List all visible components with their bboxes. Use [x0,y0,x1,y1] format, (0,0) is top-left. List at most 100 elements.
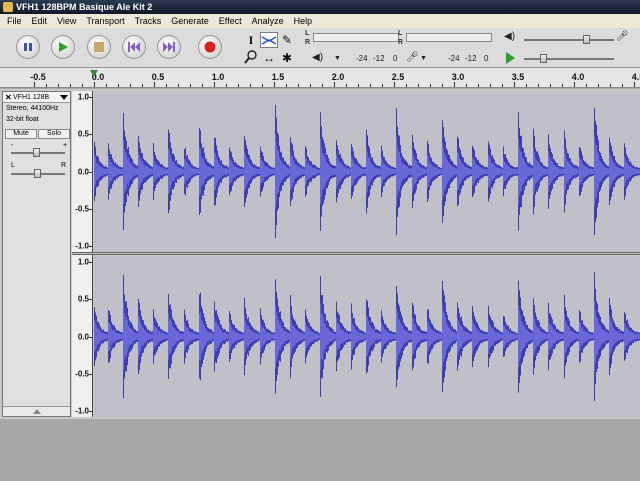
amplitude-label: -0.5 [75,369,89,379]
timeline-ruler[interactable]: -0.50.00.51.01.52.02.53.03.54.04.5 [0,68,640,88]
ruler-label: 0.5 [151,72,165,82]
amplitude-label: 1.0 [77,257,89,267]
skip-to-start-icon [128,42,140,52]
amplitude-label: 0.5 [77,294,89,304]
microphone-icon[interactable]: 🎤︎ [406,52,419,64]
window-title: VFH1 128BPM Basique Ale Kit 2 [16,2,153,12]
waveform-svg [94,104,640,239]
ruler-minor-tick [238,84,239,87]
playhead-marker-icon[interactable] [90,70,98,77]
ruler-minor-tick [430,84,431,87]
ruler-minor-tick [370,84,371,87]
waveform-channel-right[interactable] [94,256,640,417]
close-track-icon[interactable]: ✕ [5,92,12,103]
menu-file[interactable]: File [2,14,27,28]
amplitude-label: -1.0 [75,406,89,416]
track-name[interactable]: VFH1 128B [13,92,49,103]
menu-bar: File Edit View Transport Tracks Generate… [0,14,640,28]
gain-max-label: + [63,142,68,149]
mute-button[interactable]: Mute [5,129,37,139]
gain-thumb[interactable] [33,148,40,157]
ruler-minor-tick [142,84,143,87]
amplitude-label: 0.0 [77,167,89,176]
ruler-minor-tick [586,84,587,87]
menu-effect[interactable]: Effect [214,14,247,28]
skip-to-end-button[interactable] [157,35,181,59]
play-button[interactable] [51,35,75,59]
ruler-label: 2.5 [391,72,405,82]
app-icon [3,2,13,12]
ruler-minor-tick [538,84,539,87]
pause-button[interactable] [16,35,40,59]
audacity-window: VFH1 128BPM Basique Ale Kit 2 File Edit … [0,0,640,481]
ruler-minor-tick [346,84,347,87]
envelope-tool[interactable] [260,32,278,48]
ruler-minor-tick [106,84,107,87]
tools-toolbar: I ✎ ↔ ✱ [242,30,298,66]
ruler-minor-tick [394,84,395,87]
amplitude-tick [89,411,92,412]
menu-transport[interactable]: Transport [81,14,129,28]
waveform-svg [94,272,640,401]
record-button[interactable] [198,35,222,59]
menu-edit[interactable]: Edit [27,14,53,28]
ruler-minor-tick [250,84,251,87]
ruler-minor-tick [550,84,551,87]
skip-to-end-icon [163,42,175,52]
draw-tool[interactable]: ✎ [278,32,296,48]
ruler-minor-tick [274,84,275,87]
menu-tracks[interactable]: Tracks [130,14,167,28]
play-scale-a: -24 [356,54,368,63]
menu-generate[interactable]: Generate [166,14,214,28]
title-bar: VFH1 128BPM Basique Ale Kit 2 [0,0,640,14]
track-control-panel[interactable]: ✕ VFH1 128B Stereo, 44100Hz 32-bit float… [2,91,71,417]
waveform-channel-left[interactable] [94,91,640,252]
selection-icon: I [248,33,254,47]
ruler-minor-tick [214,84,215,87]
pan-left-label: L [11,162,15,169]
channel-separator [72,252,640,255]
play-speed-thumb[interactable] [540,54,547,63]
rec-scale-c: 0 [484,54,489,63]
ruler-minor-tick [190,84,191,87]
ruler-minor-tick [526,84,527,87]
ruler-minor-tick [130,84,131,87]
collapse-track-button[interactable] [3,406,70,416]
ruler-minor-tick [262,84,263,87]
ruler-label: 2.0 [331,72,345,82]
timeshift-tool[interactable]: ↔ [260,50,278,66]
rec-meter-dropdown-icon[interactable]: ▼ [420,53,427,65]
selection-tool[interactable]: I [242,32,260,48]
zoom-tool[interactable] [242,50,260,66]
meter-dropdown-icon[interactable]: ▼ [334,53,341,65]
amplitude-tick [89,171,92,173]
ruler-minor-tick [82,84,83,87]
amplitude-label: -1.0 [75,241,89,251]
ruler-label: -0.5 [30,72,46,82]
ruler-label: 3.0 [451,72,465,82]
ruler-minor-tick [622,84,623,87]
amplitude-tick [89,373,92,375]
envelope-icon [261,36,277,45]
output-volume-slider[interactable] [524,39,614,41]
play-speed-slider[interactable] [524,58,614,60]
menu-analyze[interactable]: Analyze [247,14,289,28]
ruler-minor-tick [154,84,155,87]
pan-thumb[interactable] [34,169,41,178]
ruler-minor-tick [34,84,35,87]
menu-help[interactable]: Help [289,14,318,28]
play-scale-b: -12 [373,54,385,63]
multi-tool[interactable]: ✱ [278,50,296,66]
skip-to-start-button[interactable] [122,35,146,59]
output-volume-thumb[interactable] [583,35,590,44]
amplitude-label: 0.5 [77,129,89,139]
menu-view[interactable]: View [52,14,81,28]
empty-project-area[interactable] [0,420,640,481]
stop-button[interactable] [87,35,111,59]
ruler-minor-tick [334,84,335,87]
play-at-speed-icon[interactable] [506,52,515,64]
solo-button[interactable]: Solo [38,129,70,139]
track-name-bar[interactable]: ✕ VFH1 128B [3,92,70,103]
speaker-icon[interactable]: ◀) [312,52,323,64]
track-menu-chevron-icon[interactable] [60,95,68,100]
